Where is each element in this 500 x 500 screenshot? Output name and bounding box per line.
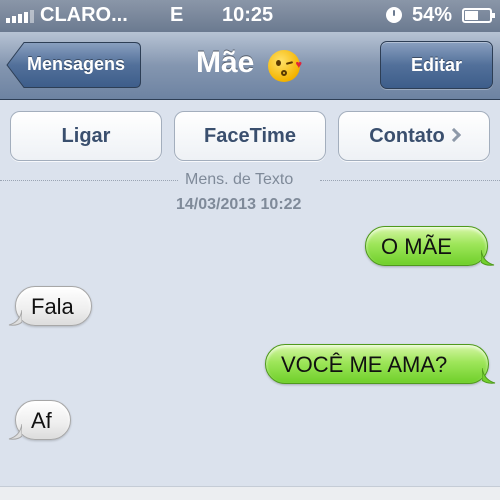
message-type-label: Mens. de Texto <box>185 171 294 188</box>
outgoing-message-bubble[interactable]: O MÃE <box>365 226 495 266</box>
message-text: O MÃE <box>381 234 452 259</box>
message-timestamp: 14/03/2013 10:22 <box>176 196 302 213</box>
edit-button[interactable]: Editar <box>380 41 493 89</box>
bubble-tail <box>481 250 495 266</box>
facetime-button[interactable]: FaceTime <box>174 111 326 161</box>
back-button-label: Mensagens <box>27 54 126 74</box>
bubble-tail <box>482 368 496 384</box>
incoming-message-bubble[interactable]: Af <box>8 400 71 440</box>
contact-button[interactable]: Contato <box>338 111 490 161</box>
status-bar: CLARO... E 10:25 54% <box>0 0 500 32</box>
alarm-icon <box>386 7 402 23</box>
network-type: E <box>170 4 184 26</box>
outgoing-message-bubble[interactable]: VOCÊ ME AMA? <box>265 344 496 384</box>
battery-icon <box>462 8 495 23</box>
bubble-tail <box>8 310 22 326</box>
bubble-tail <box>8 424 22 440</box>
message-text: VOCÊ ME AMA? <box>281 352 448 377</box>
kissing-face-icon: ♥ <box>268 50 302 82</box>
divider-right <box>320 180 500 181</box>
carrier-name: CLARO... <box>40 4 128 26</box>
battery-percentage: 54% <box>412 4 453 26</box>
status-time: 10:25 <box>222 4 274 26</box>
navigation-bar: Mensagens Mãe ♥ Editar <box>0 32 500 100</box>
contact-button-label: Contato <box>369 125 445 147</box>
chevron-right-icon <box>446 127 461 143</box>
divider-left <box>0 180 178 181</box>
back-button[interactable]: Mensagens <box>6 41 142 89</box>
message-input-bar[interactable] <box>0 486 500 500</box>
incoming-message-bubble[interactable]: Fala <box>8 286 92 326</box>
call-button[interactable]: Ligar <box>10 111 162 161</box>
message-text: Af <box>31 408 52 433</box>
conversation-title: Mãe <box>196 46 255 79</box>
signal-icon <box>6 9 34 23</box>
message-text: Fala <box>31 294 74 319</box>
